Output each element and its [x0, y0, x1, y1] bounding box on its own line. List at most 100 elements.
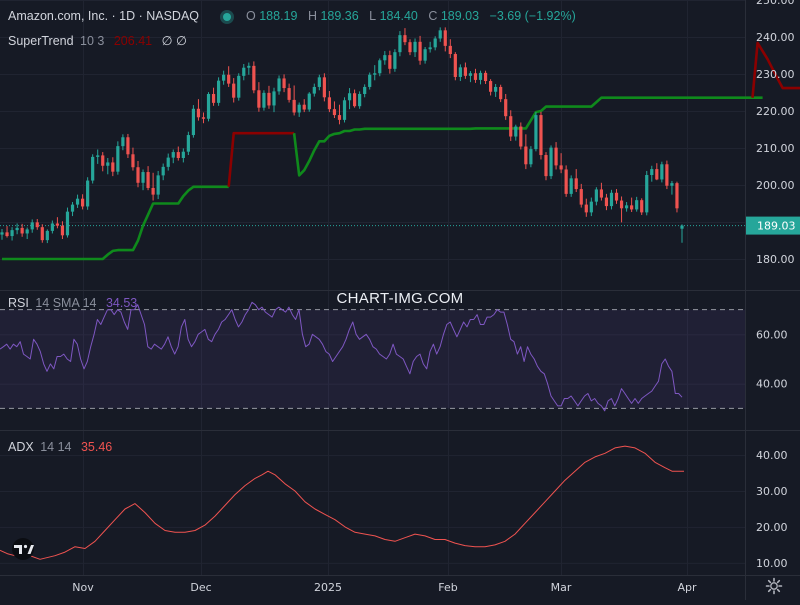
- candle-body: [625, 205, 628, 208]
- candle-body: [620, 201, 623, 209]
- candle-body: [308, 94, 311, 110]
- candle-body: [81, 199, 84, 207]
- candle-body: [479, 73, 482, 80]
- candle: [665, 161, 668, 189]
- candle-body: [267, 93, 270, 106]
- candle: [675, 182, 678, 213]
- candle-body: [146, 172, 149, 188]
- supertrend-value: 206.41: [114, 34, 152, 48]
- candle: [308, 92, 311, 112]
- adx-name: ADX: [8, 440, 34, 454]
- candle: [570, 175, 573, 196]
- candle: [529, 146, 532, 167]
- candle-body: [368, 75, 371, 87]
- candle-body: [318, 77, 321, 87]
- candle-body: [675, 183, 678, 208]
- candle-body: [580, 189, 583, 205]
- candle-body: [660, 164, 663, 179]
- candle: [544, 152, 547, 180]
- time-tick-label: Dec: [190, 581, 211, 594]
- rsi-tick-label: 40.00: [756, 378, 788, 391]
- candle: [343, 97, 346, 122]
- candle-body: [131, 154, 134, 167]
- candle-body: [429, 47, 432, 49]
- v-gridline-2: [328, 0, 329, 575]
- candle-body: [600, 189, 603, 197]
- candle-body: [86, 181, 89, 207]
- candle-body: [222, 75, 225, 81]
- low-label: L: [369, 9, 376, 23]
- candle-body: [575, 178, 578, 189]
- candle-body: [16, 228, 19, 230]
- symbol-title: Amazon.com, Inc. · 1D · NASDAQ: [8, 9, 199, 23]
- candle-body: [610, 193, 613, 206]
- candle-body: [484, 73, 487, 81]
- candle-body: [560, 165, 563, 169]
- candle-body: [71, 205, 74, 212]
- candle: [116, 141, 119, 174]
- adx-params: 14 14: [40, 440, 71, 454]
- candle-body: [338, 115, 341, 120]
- candle-body: [570, 178, 573, 194]
- candle-body: [509, 116, 512, 136]
- last-price-badge-text: 189.03: [757, 220, 796, 233]
- candle-body: [424, 49, 427, 60]
- candle: [323, 73, 326, 101]
- candle: [187, 132, 190, 155]
- candle-body: [398, 35, 401, 52]
- candle-body: [187, 135, 190, 152]
- candle-body: [499, 87, 502, 99]
- panel-divider-rsi-adx: [0, 430, 800, 431]
- candle: [86, 177, 89, 210]
- candle-body: [247, 66, 250, 68]
- status-dot: [223, 13, 231, 21]
- settings-gear-icon[interactable]: [765, 577, 783, 595]
- candle-body: [645, 175, 648, 212]
- candle-body: [157, 175, 160, 194]
- adx-gridline: [0, 455, 745, 456]
- price-tick-label: 250.00: [756, 0, 795, 7]
- watermark: CHART-IMG.COM: [0, 290, 800, 307]
- candle-body: [489, 81, 492, 92]
- candle-body: [439, 30, 442, 38]
- candle-body: [348, 93, 351, 100]
- candle-body: [333, 109, 336, 115]
- candle: [454, 52, 457, 80]
- candle-body: [262, 93, 265, 108]
- price-tick-label: 200.00: [756, 179, 795, 192]
- price-gridline: [0, 111, 745, 112]
- candle-body: [121, 137, 124, 146]
- candle-body: [116, 146, 119, 172]
- open-value: 188.19: [259, 9, 297, 23]
- candle-body: [152, 188, 155, 195]
- candle-body: [393, 52, 396, 69]
- high-value: 189.36: [320, 9, 358, 23]
- candle-body: [10, 230, 13, 236]
- candle-body: [36, 222, 39, 227]
- price-tick-label: 220.00: [756, 105, 795, 118]
- time-axis-divider: [0, 575, 800, 576]
- supertrend-legend: SuperTrend 10 3 206.41 ∅ ∅: [8, 33, 187, 48]
- candle-body: [197, 109, 200, 118]
- candle-body: [126, 137, 129, 154]
- adx-tick-label: 20.00: [756, 521, 788, 534]
- candle-body: [162, 167, 165, 176]
- candle: [237, 73, 240, 100]
- candle-body: [41, 227, 44, 240]
- time-tick-label: Nov: [72, 581, 94, 594]
- candle: [565, 165, 568, 196]
- candle-body: [177, 152, 180, 158]
- candle-body: [227, 75, 230, 84]
- candle-body: [650, 169, 653, 175]
- time-tick-label: Feb: [438, 581, 457, 594]
- tradingview-logo: [8, 538, 38, 560]
- candle-body: [353, 93, 356, 106]
- candle-body: [449, 46, 452, 54]
- price-gridline: [0, 74, 745, 75]
- candle-body: [494, 87, 497, 92]
- v-gridline-3: [448, 0, 449, 575]
- candle-body: [323, 77, 326, 97]
- candle-body: [670, 183, 673, 186]
- candle-body: [469, 73, 472, 76]
- candle-body: [136, 167, 139, 183]
